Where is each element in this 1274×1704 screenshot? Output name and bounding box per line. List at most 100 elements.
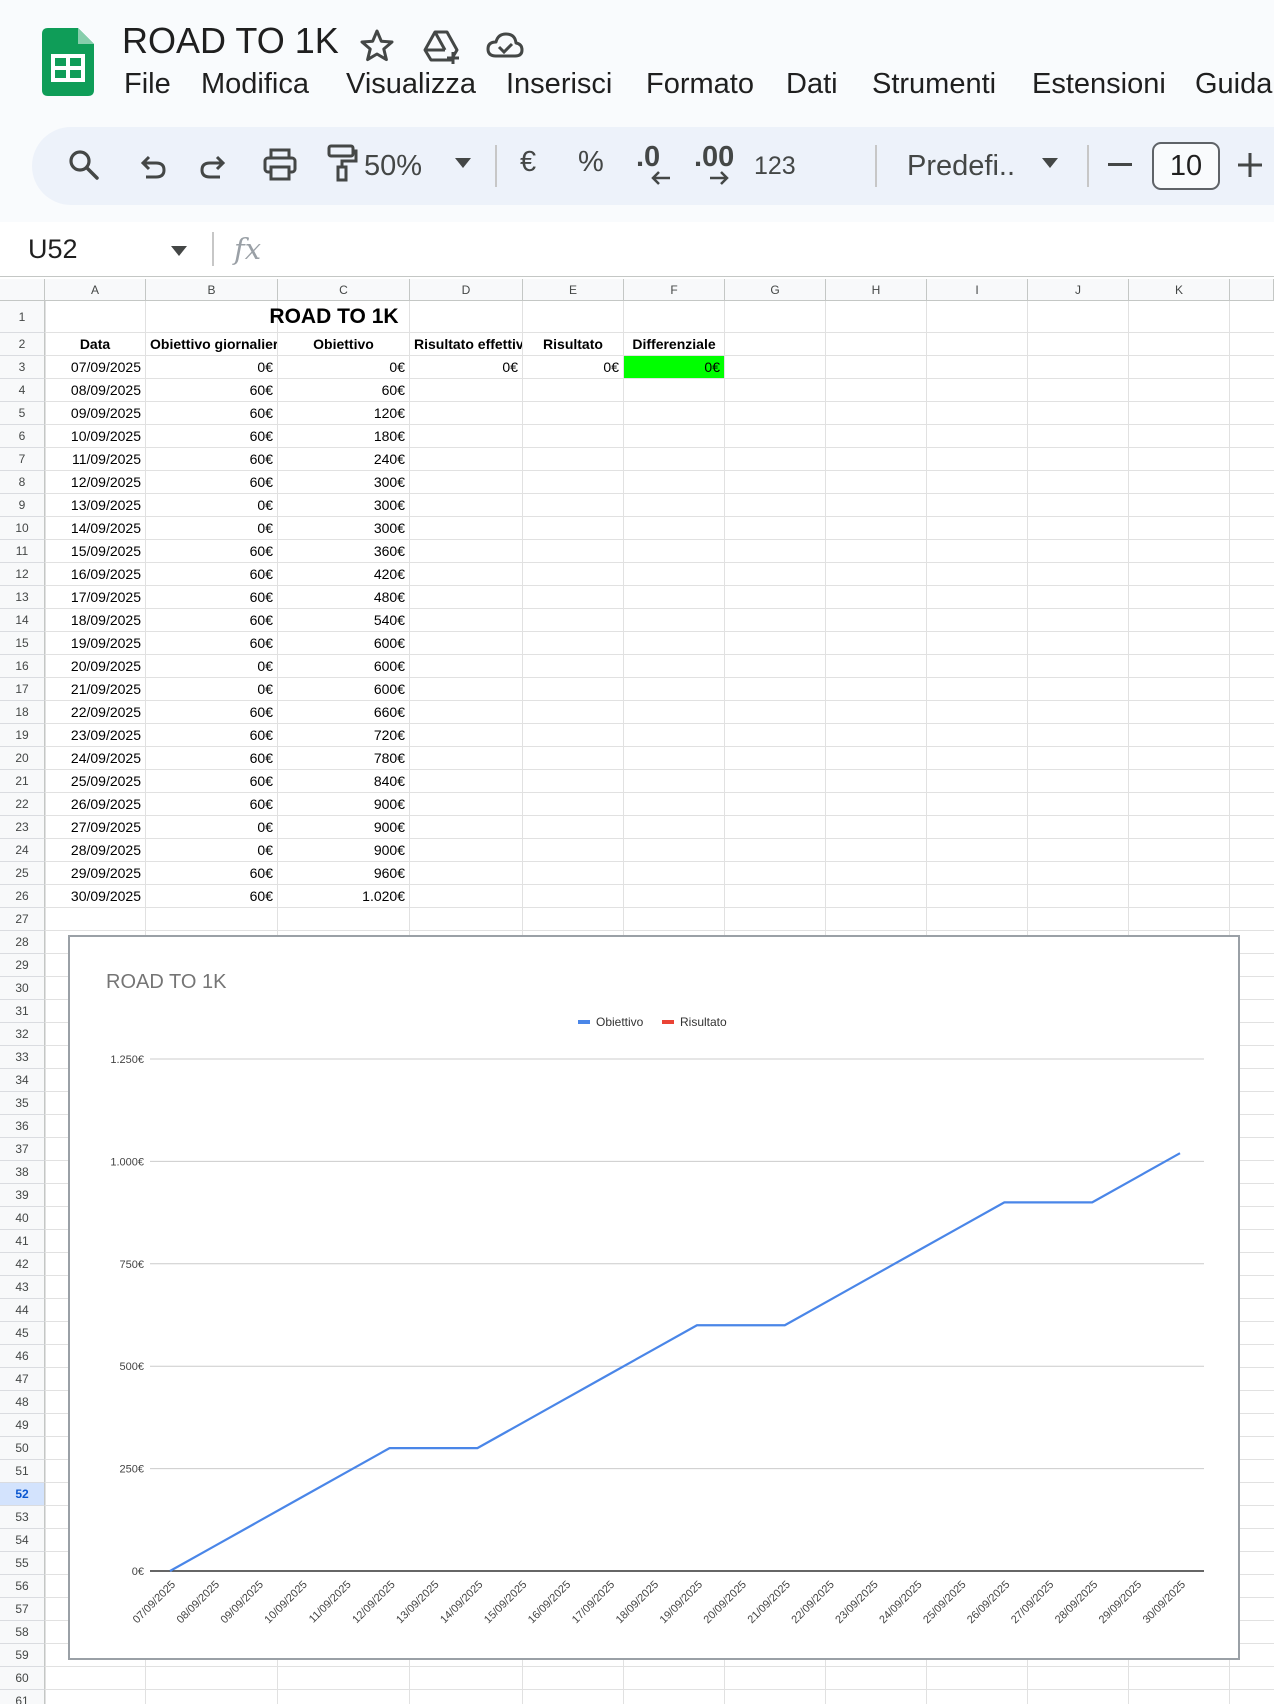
date-cell[interactable]: 09/09/2025 xyxy=(45,402,145,424)
menu-estensioni[interactable]: Estensioni xyxy=(1032,68,1166,101)
goal-cell[interactable]: 900€ xyxy=(278,816,409,838)
name-box[interactable]: U52 xyxy=(28,234,78,265)
row-header[interactable]: 12 xyxy=(0,563,45,586)
date-cell[interactable]: 23/09/2025 xyxy=(45,724,145,746)
daily-goal-cell[interactable]: 0€ xyxy=(146,494,277,516)
column-label-cell[interactable]: Risultato effettivo xyxy=(410,333,522,355)
date-cell[interactable]: 10/09/2025 xyxy=(45,425,145,447)
row-header[interactable]: 61 xyxy=(0,1690,45,1704)
date-cell[interactable]: 16/09/2025 xyxy=(45,563,145,585)
goal-cell[interactable]: 660€ xyxy=(278,701,409,723)
row-header[interactable]: 16 xyxy=(0,655,45,678)
row-header[interactable]: 30 xyxy=(0,977,45,1000)
row-header[interactable]: 56 xyxy=(0,1575,45,1598)
row-header[interactable]: 40 xyxy=(0,1207,45,1230)
date-cell[interactable]: 29/09/2025 xyxy=(45,862,145,884)
daily-goal-cell[interactable]: 60€ xyxy=(146,609,277,631)
result-cell[interactable]: 0€ xyxy=(523,356,623,378)
daily-goal-cell[interactable]: 60€ xyxy=(146,793,277,815)
move-to-drive-icon[interactable] xyxy=(421,26,461,66)
row-header[interactable]: 55 xyxy=(0,1552,45,1575)
date-cell[interactable]: 08/09/2025 xyxy=(45,379,145,401)
menu-dati[interactable]: Dati xyxy=(786,68,838,101)
goal-cell[interactable]: 300€ xyxy=(278,517,409,539)
column-label-cell[interactable]: Obiettivo xyxy=(278,333,409,355)
column-header-b[interactable]: B xyxy=(146,279,278,301)
font-family-select[interactable]: Predefi.. xyxy=(907,139,1015,193)
daily-goal-cell[interactable]: 60€ xyxy=(146,586,277,608)
date-cell[interactable]: 15/09/2025 xyxy=(45,540,145,562)
column-label-cell[interactable]: Differenziale xyxy=(624,333,724,355)
menu-modifica[interactable]: Modifica xyxy=(201,68,309,101)
goal-cell[interactable]: 480€ xyxy=(278,586,409,608)
row-header[interactable]: 1 xyxy=(0,301,45,333)
cloud-saved-icon[interactable] xyxy=(485,26,525,66)
row-header[interactable]: 22 xyxy=(0,793,45,816)
date-cell[interactable]: 28/09/2025 xyxy=(45,839,145,861)
plus-icon[interactable] xyxy=(1238,153,1262,177)
date-cell[interactable]: 27/09/2025 xyxy=(45,816,145,838)
row-header[interactable]: 24 xyxy=(0,839,45,862)
row-header[interactable]: 35 xyxy=(0,1092,45,1115)
date-cell[interactable]: 24/09/2025 xyxy=(45,747,145,769)
menu-guida[interactable]: Guida xyxy=(1195,68,1272,101)
goal-cell[interactable]: 300€ xyxy=(278,471,409,493)
goal-cell[interactable]: 360€ xyxy=(278,540,409,562)
goal-cell[interactable]: 960€ xyxy=(278,862,409,884)
goal-cell[interactable]: 840€ xyxy=(278,770,409,792)
daily-goal-cell[interactable]: 0€ xyxy=(146,839,277,861)
daily-goal-cell[interactable]: 60€ xyxy=(146,471,277,493)
date-cell[interactable]: 11/09/2025 xyxy=(45,448,145,470)
row-header[interactable]: 28 xyxy=(0,931,45,954)
row-header[interactable]: 38 xyxy=(0,1161,45,1184)
goal-cell[interactable]: 180€ xyxy=(278,425,409,447)
date-cell[interactable]: 26/09/2025 xyxy=(45,793,145,815)
daily-goal-cell[interactable]: 60€ xyxy=(146,563,277,585)
daily-goal-cell[interactable]: 60€ xyxy=(146,770,277,792)
daily-goal-cell[interactable]: 60€ xyxy=(146,862,277,884)
row-header[interactable]: 39 xyxy=(0,1184,45,1207)
date-cell[interactable]: 18/09/2025 xyxy=(45,609,145,631)
date-cell[interactable]: 12/09/2025 xyxy=(45,471,145,493)
date-cell[interactable]: 14/09/2025 xyxy=(45,517,145,539)
daily-goal-cell[interactable]: 0€ xyxy=(146,655,277,677)
row-header[interactable]: 8 xyxy=(0,471,45,494)
date-cell[interactable]: 19/09/2025 xyxy=(45,632,145,654)
menu-file[interactable]: File xyxy=(124,68,171,101)
column-header-g[interactable]: G xyxy=(725,279,826,301)
row-header[interactable]: 31 xyxy=(0,1000,45,1023)
row-header[interactable]: 45 xyxy=(0,1322,45,1345)
daily-goal-cell[interactable]: 60€ xyxy=(146,885,277,907)
differential-cell[interactable]: 0€ xyxy=(624,356,724,378)
select-all-corner[interactable] xyxy=(0,279,45,301)
daily-goal-cell[interactable]: 0€ xyxy=(146,816,277,838)
row-header[interactable]: 46 xyxy=(0,1345,45,1368)
font-size-input[interactable]: 10 xyxy=(1152,142,1220,190)
row-header[interactable]: 58 xyxy=(0,1621,45,1644)
row-header[interactable]: 50 xyxy=(0,1437,45,1460)
goal-cell[interactable]: 600€ xyxy=(278,678,409,700)
date-cell[interactable]: 22/09/2025 xyxy=(45,701,145,723)
daily-goal-cell[interactable]: 60€ xyxy=(146,540,277,562)
row-header[interactable]: 53 xyxy=(0,1506,45,1529)
row-header[interactable]: 36 xyxy=(0,1115,45,1138)
goal-cell[interactable]: 0€ xyxy=(278,356,409,378)
currency-format-button[interactable]: € xyxy=(520,135,536,189)
goal-cell[interactable]: 780€ xyxy=(278,747,409,769)
row-header[interactable]: 34 xyxy=(0,1069,45,1092)
row-header[interactable]: 11 xyxy=(0,540,45,563)
row-header[interactable]: 59 xyxy=(0,1644,45,1667)
daily-goal-cell[interactable]: 60€ xyxy=(146,402,277,424)
row-header[interactable]: 9 xyxy=(0,494,45,517)
sheet-title-cell[interactable]: ROAD TO 1K xyxy=(146,301,522,332)
menu-inserisci[interactable]: Inserisci xyxy=(506,68,612,101)
goal-cell[interactable]: 720€ xyxy=(278,724,409,746)
row-header[interactable]: 25 xyxy=(0,862,45,885)
goal-cell[interactable]: 240€ xyxy=(278,448,409,470)
date-cell[interactable]: 17/09/2025 xyxy=(45,586,145,608)
decrease-decimal-button[interactable]: .0 xyxy=(636,137,676,193)
menu-formato[interactable]: Formato xyxy=(646,68,754,101)
row-header[interactable]: 21 xyxy=(0,770,45,793)
chevron-down-icon[interactable] xyxy=(1041,157,1059,169)
percent-format-button[interactable]: % xyxy=(578,135,604,189)
